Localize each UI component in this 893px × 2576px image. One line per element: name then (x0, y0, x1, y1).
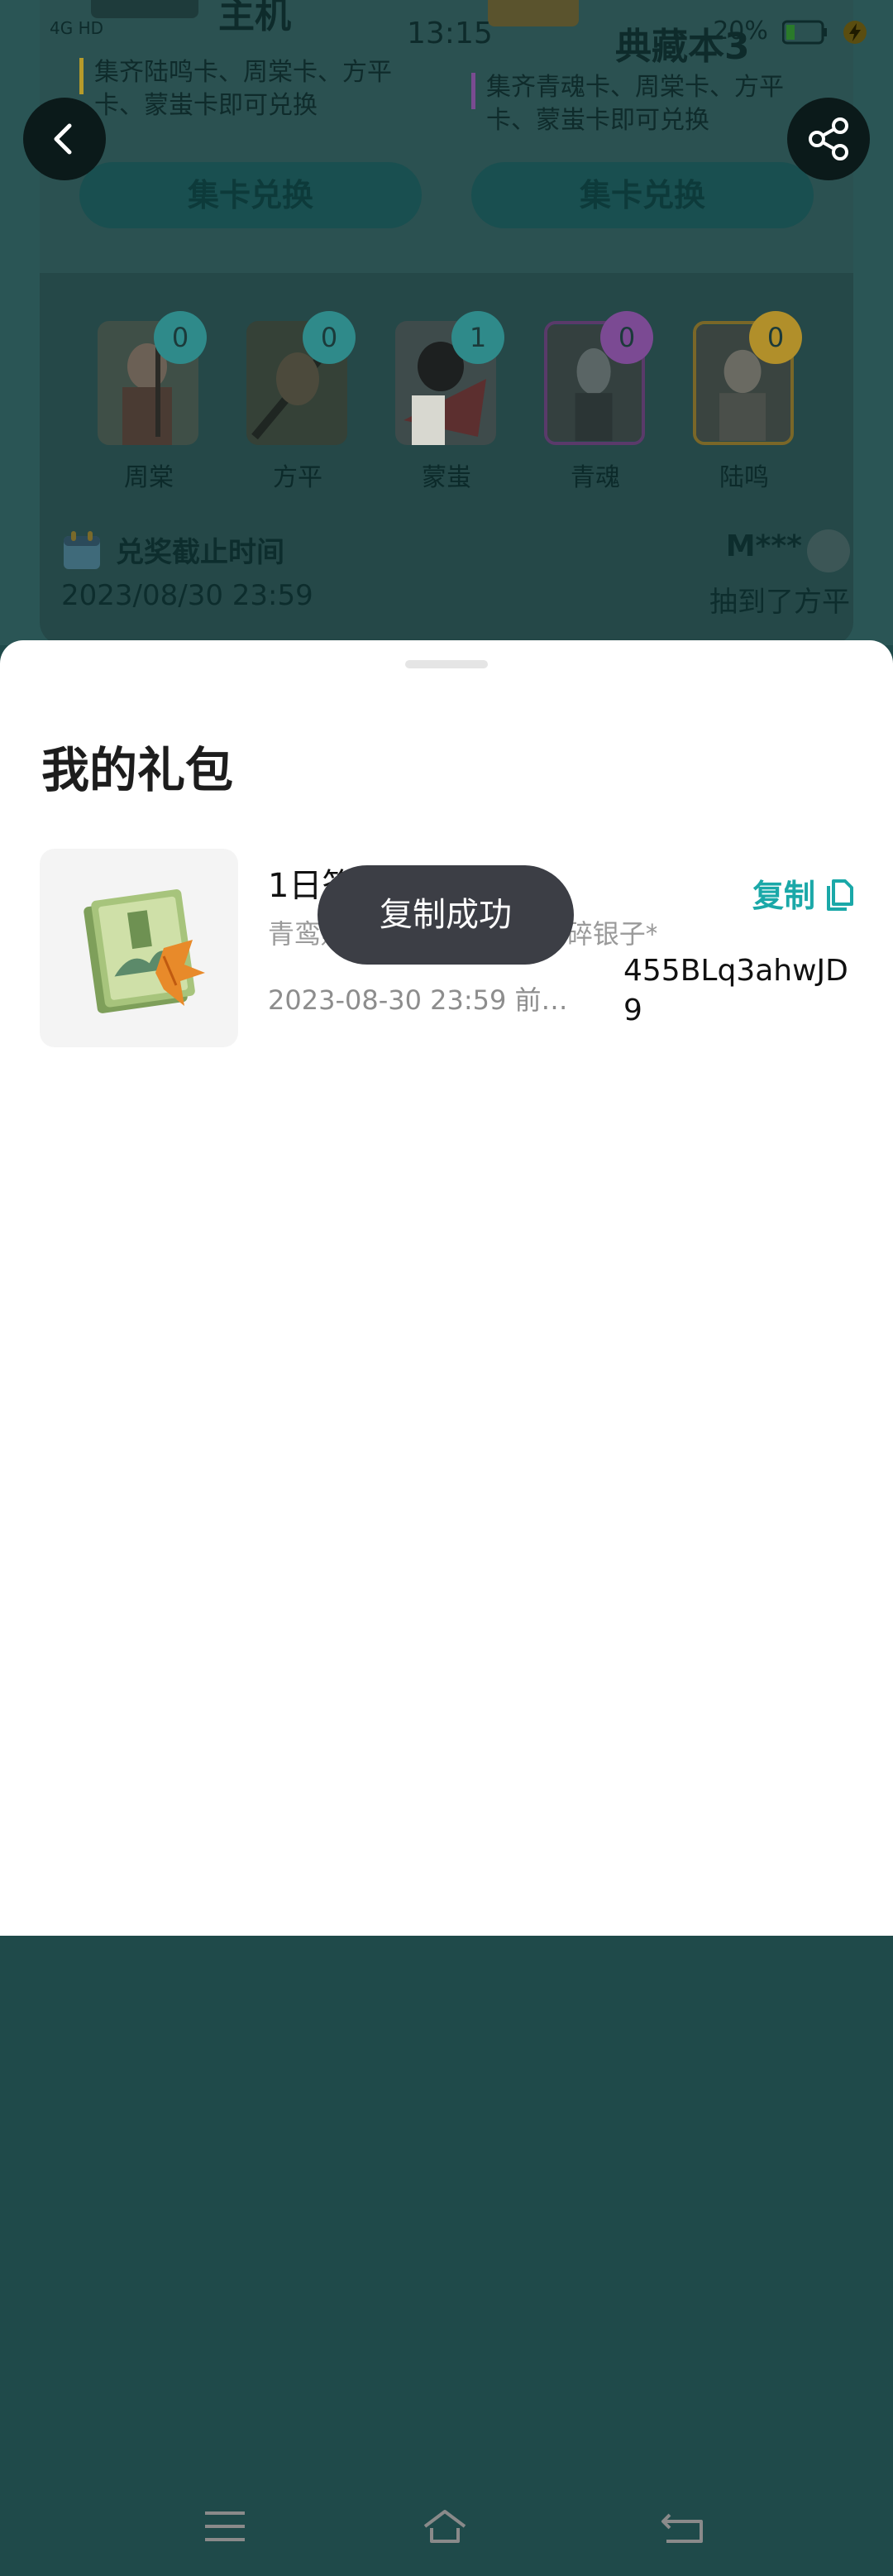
prize-title-left: 主机 (218, 0, 291, 36)
system-nav-bar (0, 2477, 893, 2576)
sheet-title: 我的礼包 (41, 742, 234, 798)
status-time: 13:15 (407, 17, 493, 50)
toast-message: 复制成功 (318, 865, 574, 965)
calendar-icon (64, 531, 100, 569)
deadline-value: 2023/08/30 23:59 (61, 579, 313, 612)
card-count-badge: 0 (600, 311, 653, 364)
gift-expiry: 2023-08-30 23:59 前… (268, 984, 568, 1016)
sheet-drag-handle[interactable] (405, 660, 488, 668)
redeem-button-right[interactable]: 集卡兑换 (471, 162, 814, 228)
prize-image-book (488, 0, 579, 26)
card-count-badge: 0 (303, 311, 356, 364)
card-count-badge: 0 (749, 311, 802, 364)
redeem-button-left[interactable]: 集卡兑换 (79, 162, 422, 228)
prize-desc-marker (471, 73, 475, 109)
battery-icon (781, 20, 828, 44)
share-icon (809, 117, 848, 160)
share-button[interactable] (787, 98, 870, 180)
winner-name: M*** (725, 529, 802, 563)
charging-icon (843, 20, 867, 44)
card-name: 陆鸣 (719, 463, 769, 492)
gift-book-image (84, 889, 205, 1013)
battery-percent: 20% (713, 17, 768, 45)
prize-desc-marker (79, 58, 84, 94)
deadline-label: 兑奖截止时间 (116, 536, 284, 569)
prize-desc-right: 集齐青魂卡、周棠卡、方平卡、蒙蚩卡即可兑换 (486, 73, 784, 135)
menu-icon[interactable] (200, 2502, 250, 2551)
copy-button[interactable]: 复制 (752, 870, 857, 916)
copy-icon (827, 879, 853, 911)
prize-image-console (91, 0, 198, 18)
card-name: 蒙蚩 (422, 463, 471, 492)
home-icon[interactable] (420, 2502, 470, 2551)
back-arrow-icon (54, 123, 72, 155)
background-page: 主机 典藏本3 集齐陆鸣卡、周棠卡、方平卡、蒙蚩卡即可兑换 集齐青魂卡、周棠卡、… (0, 0, 893, 645)
network-indicator: 4G HD (50, 18, 104, 38)
back-nav-icon[interactable] (658, 2502, 708, 2551)
card-name: 青魂 (571, 463, 620, 492)
card-count-badge: 1 (451, 311, 504, 364)
card-name: 周棠 (124, 463, 174, 492)
back-button[interactable] (23, 98, 106, 180)
copy-button-label: 复制 (752, 878, 815, 914)
gift-code: 455BLq3ahwJD9 (623, 954, 848, 1027)
gift-thumbnail (40, 849, 238, 1047)
card-name: 方平 (273, 463, 322, 492)
card-count-badge: 0 (154, 311, 207, 364)
winner-text: 抽到了方平 (709, 586, 850, 619)
battery-indicator: 20% (713, 17, 868, 45)
avatar (807, 529, 850, 572)
prize-desc-left: 集齐陆鸣卡、周棠卡、方平卡、蒙蚩卡即可兑换 (94, 58, 392, 120)
gift-bottom-sheet: 我的礼包 1日签到礼包 青鸾赐福*1、白纸扇*1、碎银子*… 2023-08-3… (0, 640, 893, 2543)
